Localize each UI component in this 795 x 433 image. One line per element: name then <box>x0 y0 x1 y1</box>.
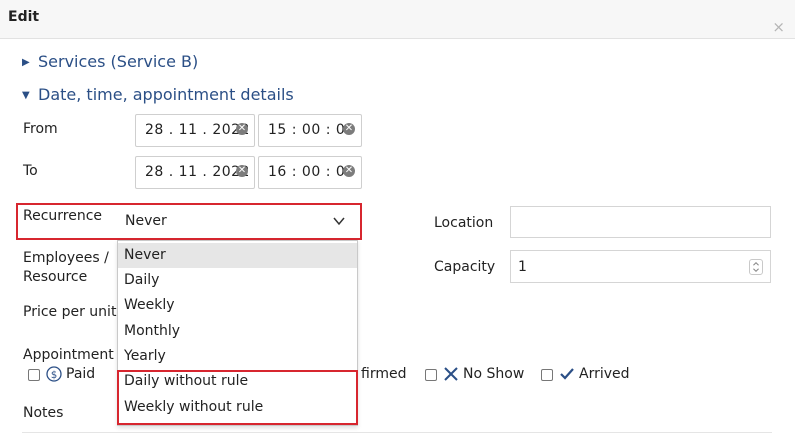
employees-label-line2: Resource <box>23 269 88 285</box>
clear-icon[interactable]: ✕ <box>236 165 248 177</box>
appointment-label: Appointment a <box>23 347 127 363</box>
from-label: From <box>23 121 58 137</box>
svg-text:$: $ <box>51 370 57 381</box>
section-date-time-label: Date, time, appointment details <box>38 85 294 104</box>
dialog-titlebar: Edit × <box>0 0 795 39</box>
recurrence-option-daily[interactable]: Daily <box>118 268 357 293</box>
recurrence-option-monthly[interactable]: Monthly <box>118 319 357 344</box>
location-input[interactable] <box>510 206 771 238</box>
to-date-field[interactable]: 28 . 11 . 2022 ✕ <box>135 156 255 189</box>
recurrence-option-weekly[interactable]: Weekly <box>118 293 357 318</box>
capacity-value: 1 <box>518 259 527 275</box>
without-rule-highlight-box <box>117 370 358 425</box>
arrived-checkbox[interactable] <box>541 369 553 381</box>
section-services-label: Services (Service B) <box>38 52 199 71</box>
recurrence-highlight-box <box>16 203 362 240</box>
close-icon[interactable]: × <box>772 20 785 35</box>
employees-label-line1: Employees / <box>23 250 109 266</box>
no-show-label: No Show <box>463 366 525 382</box>
paid-checkbox[interactable] <box>28 369 40 381</box>
price-label: Price per unit <box>23 304 117 320</box>
from-time-field[interactable]: 15 : 00 : 00 ✕ <box>258 114 362 147</box>
paid-label: Paid <box>66 366 96 382</box>
clear-icon[interactable]: ✕ <box>343 165 355 177</box>
recurrence-option-yearly[interactable]: Yearly <box>118 344 357 369</box>
from-time-value: 15 : 00 : 00 <box>268 122 355 138</box>
from-date-value: 28 . 11 . 2022 <box>145 122 250 138</box>
dollar-circle-icon: $ <box>46 366 62 382</box>
x-icon <box>444 367 458 381</box>
clear-icon[interactable]: ✕ <box>236 123 248 135</box>
capacity-label: Capacity <box>434 259 496 275</box>
to-label: To <box>23 163 38 179</box>
dialog-title: Edit <box>8 9 40 25</box>
to-time-field[interactable]: 16 : 00 : 00 ✕ <box>258 156 362 189</box>
triangle-right-icon: ▶ <box>22 57 30 68</box>
recurrence-option-never[interactable]: Never <box>118 243 357 268</box>
from-date-field[interactable]: 28 . 11 . 2022 ✕ <box>135 114 255 147</box>
no-show-checkbox[interactable] <box>425 369 437 381</box>
location-label: Location <box>434 215 494 231</box>
spinner-icon[interactable] <box>749 259 763 275</box>
check-icon <box>560 368 574 380</box>
triangle-down-icon: ▼ <box>22 90 30 101</box>
arrived-label: Arrived <box>579 366 630 382</box>
to-date-value: 28 . 11 . 2022 <box>145 164 250 180</box>
to-time-value: 16 : 00 : 00 <box>268 164 355 180</box>
section-services[interactable]: ▶ Services (Service B) <box>22 52 198 71</box>
section-date-time[interactable]: ▼ Date, time, appointment details <box>22 85 294 104</box>
notes-label: Notes <box>23 405 64 421</box>
clear-icon[interactable]: ✕ <box>343 123 355 135</box>
confirmed-label: firmed <box>361 366 407 382</box>
capacity-input[interactable]: 1 <box>510 250 771 283</box>
